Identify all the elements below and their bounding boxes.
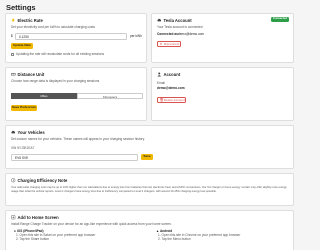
delete-account-button[interactable]: 🗑 Delete Account <box>157 97 186 103</box>
car-icon <box>11 131 16 134</box>
account-title: Account <box>163 72 181 77</box>
disconnect-button[interactable]: ✕ Disconnect <box>157 41 181 47</box>
plus-square-icon <box>11 215 16 220</box>
unit-option-kilometers[interactable]: Kilometers <box>77 93 143 99</box>
update-rate-button[interactable]: Update Rate <box>11 43 33 49</box>
save-vehicle-button[interactable]: Save <box>141 154 153 160</box>
vin-label: VIN 5YJ3E1EA7 <box>11 146 35 150</box>
ruler-icon <box>11 73 16 76</box>
your-vehicles-header: Your Vehicles <box>11 130 45 135</box>
distance-unit-header: Distance Unit <box>11 72 44 77</box>
your-vehicles-description: Set custom names for your vehicles. Thes… <box>11 137 145 141</box>
charging-efficiency-body: Your wall outlet charging cost may be up… <box>11 186 287 193</box>
lightning-icon <box>11 18 16 23</box>
charging-efficiency-title: Charging Efficiency Note <box>17 178 68 183</box>
distance-unit-title: Distance Unit <box>17 72 45 77</box>
car-icon <box>157 19 162 22</box>
disconnect-icon: ✕ <box>159 42 163 46</box>
tesla-account-title: Tesla Account <box>163 18 192 23</box>
tesla-account-card: Tesla Account Connected Your Tesla accou… <box>151 13 294 63</box>
info-icon <box>11 178 16 183</box>
your-vehicles-card: Your Vehicles Set custom names for your … <box>5 125 294 169</box>
rate-input[interactable]: 0.1250 <box>15 32 127 40</box>
connected-as-label: Connected as: <box>157 32 179 36</box>
home-screen-title: Add to Home Screen <box>17 215 59 220</box>
recalculate-checkbox-label: Updating the rate will recalculate costs… <box>16 52 105 56</box>
charging-efficiency-card: Charging Efficiency Note Your wall outle… <box>5 173 294 206</box>
vehicle-name-input[interactable]: EV6 SVE <box>11 153 138 161</box>
ios-title-label: iOS (iPhone/iPad) <box>16 228 44 233</box>
email-value: demo@demo.com <box>157 86 185 90</box>
electric-rate-card: Electric Rate Set your electricity cost … <box>5 13 147 63</box>
trash-icon: 🗑 <box>159 98 164 102</box>
delete-account-label: Delete Account <box>164 98 185 102</box>
account-card: Account Email demo@demo.com 🗑 Delete Acc… <box>151 67 294 121</box>
connected-email: demo@demo.com <box>178 32 205 36</box>
distance-unit-card: Distance Unit Choose how range data is d… <box>5 67 147 121</box>
tesla-status-text: Your Tesla account is connected <box>157 25 203 29</box>
home-screen-header: Add to Home Screen <box>11 215 59 220</box>
android-title-label: Android <box>159 228 173 233</box>
rate-unit: per kWh <box>130 33 142 38</box>
account-header: Account <box>157 72 180 77</box>
home-screen-description: Install Range Charge Tracker on your dev… <box>11 222 172 226</box>
tesla-account-header: Tesla Account <box>157 18 192 23</box>
android-step-2: 2. Tap the Menu button <box>158 237 191 241</box>
home-screen-card: Add to Home Screen Install Range Charge … <box>5 210 294 250</box>
apple-icon: ● <box>14 228 16 233</box>
connected-badge: Connected <box>271 17 289 22</box>
electric-rate-header: Electric Rate <box>11 18 43 23</box>
currency-symbol: $ <box>11 33 13 38</box>
android-icon: ▲ <box>156 228 160 233</box>
your-vehicles-title: Your Vehicles <box>17 130 45 135</box>
distance-unit-description: Choose how range data is displayed in yo… <box>11 79 100 83</box>
disconnect-label: Disconnect <box>164 42 180 46</box>
recalculate-checkbox[interactable] <box>11 53 14 56</box>
ios-step-2: 2. Tap the Share button <box>16 237 50 241</box>
save-preference-button[interactable]: Save Preference <box>11 105 37 111</box>
electric-rate-description: Set your electricity cost per kWh to cal… <box>11 25 95 29</box>
page-title: Settings <box>6 3 36 12</box>
unit-option-miles[interactable]: Miles <box>11 93 77 99</box>
electric-rate-title: Electric Rate <box>17 18 43 23</box>
user-icon <box>157 72 162 77</box>
charging-efficiency-header: Charging Efficiency Note <box>11 178 67 183</box>
